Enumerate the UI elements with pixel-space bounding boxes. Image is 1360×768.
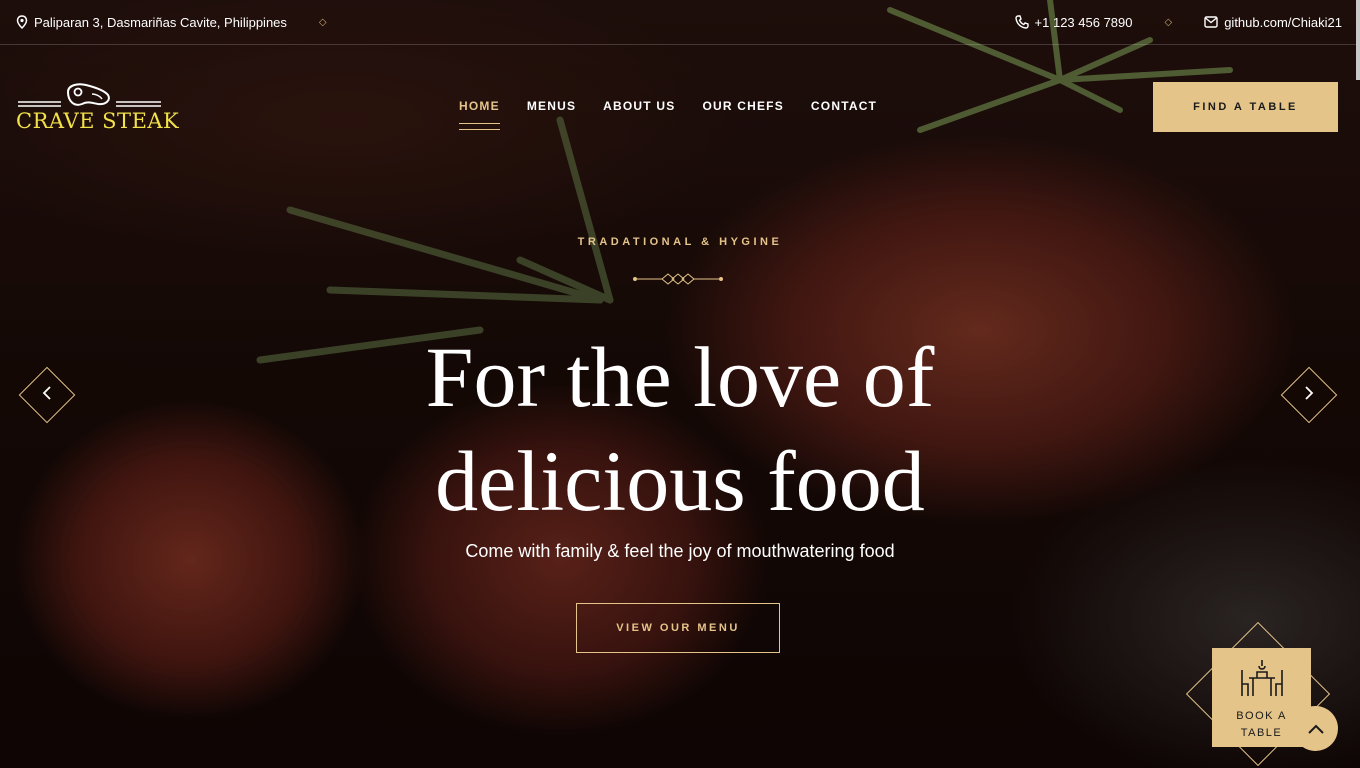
nav-menus[interactable]: MENUS	[527, 99, 576, 113]
nav-home[interactable]: HOME	[459, 99, 500, 130]
top-info-bar: Paliparan 3, Dasmariñas Cavite, Philippi…	[0, 0, 1360, 45]
find-a-table-button[interactable]: FIND A TABLE	[1153, 82, 1338, 132]
chevron-left-icon	[42, 386, 52, 404]
github-item[interactable]: github.com/Chiaki21	[1204, 15, 1342, 30]
main-nav: HOME MENUS ABOUT US OUR CHEFS CONTACT	[459, 99, 877, 130]
nav-about-us[interactable]: ABOUT US	[603, 99, 675, 113]
address-item: Paliparan 3, Dasmariñas Cavite, Philippi…	[16, 15, 287, 30]
page-scrollbar[interactable]	[1356, 0, 1360, 80]
phone-item[interactable]: +1 123 456 7890	[1014, 15, 1133, 30]
dining-table-icon	[1239, 658, 1285, 704]
hero-headline: For the love of delicious food	[0, 325, 1360, 533]
phone-icon	[1014, 15, 1029, 29]
diamond-separator-icon: ◇	[318, 16, 327, 28]
headline-line-2: delicious food	[435, 433, 925, 529]
view-our-menu-button[interactable]: VIEW OUR MENU	[576, 603, 780, 653]
nav-contact[interactable]: CONTACT	[811, 99, 877, 113]
steak-logo-icon	[18, 83, 161, 107]
diamond-separator-icon: ◇	[1164, 16, 1173, 28]
phone-text[interactable]: +1 123 456 7890	[1035, 15, 1133, 30]
address-text: Paliparan 3, Dasmariñas Cavite, Philippi…	[34, 14, 287, 30]
ornament-separator-icon	[633, 273, 723, 285]
book-a-table-label: BOOK A TABLE	[1236, 710, 1287, 739]
github-link[interactable]: github.com/Chiaki21	[1224, 15, 1342, 30]
mail-icon	[1204, 16, 1218, 28]
scroll-to-top-button[interactable]	[1293, 706, 1338, 751]
location-pin-icon	[16, 15, 28, 29]
logo-text: CRAVE STEAK	[16, 109, 180, 133]
site-logo[interactable]: CRAVE STEAK	[16, 82, 179, 134]
chevron-up-icon	[1307, 719, 1324, 738]
nav-our-chefs[interactable]: OUR CHEFS	[702, 99, 783, 113]
chevron-right-icon	[1304, 386, 1314, 404]
headline-line-1: For the love of	[425, 329, 935, 425]
hero-tagline: Come with family & feel the joy of mouth…	[465, 541, 895, 561]
hero-subtitle: TRADATIONAL & HYGINE	[577, 236, 783, 248]
